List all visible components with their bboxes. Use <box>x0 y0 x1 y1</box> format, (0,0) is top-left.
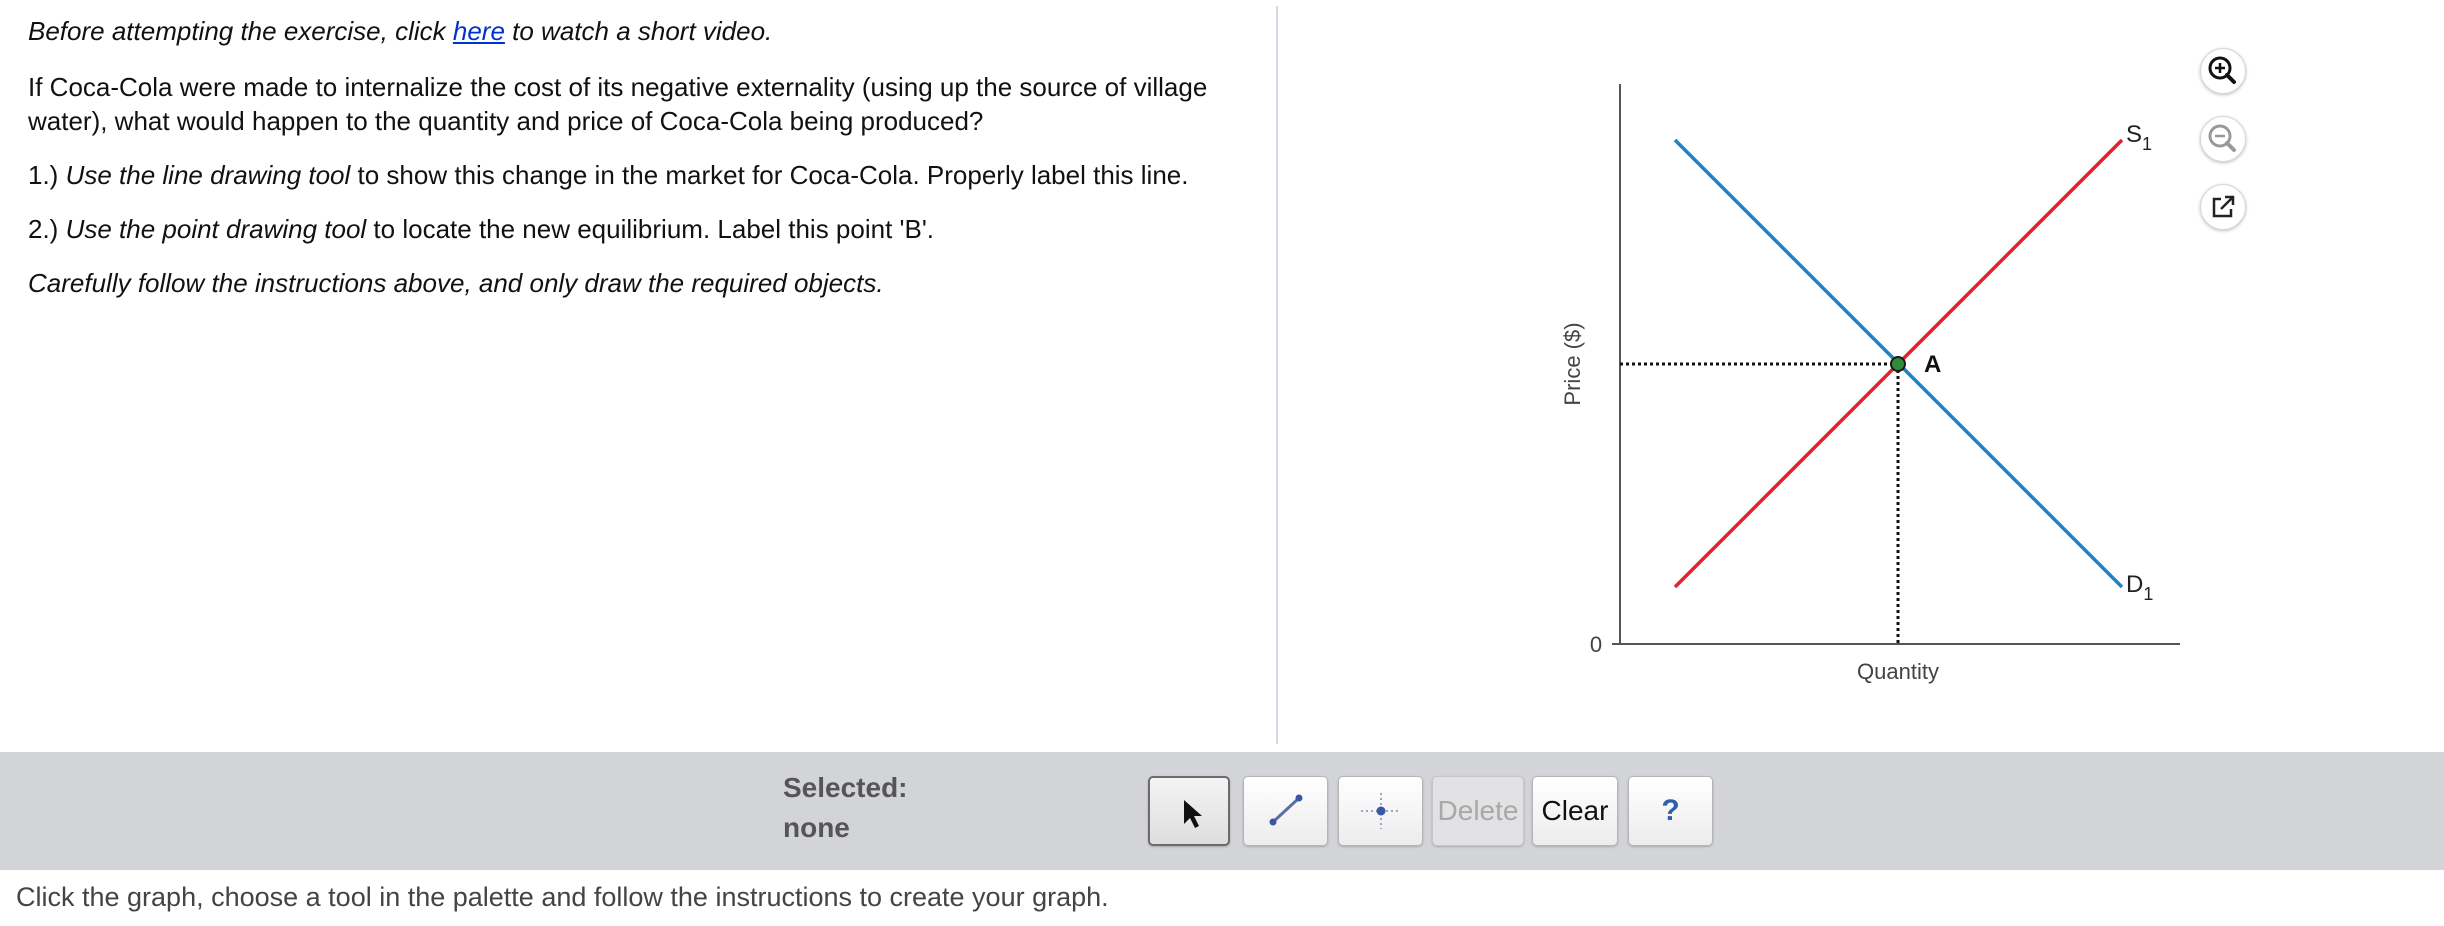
step-1-emphasis: Use the line drawing tool <box>65 160 351 190</box>
origin-label: 0 <box>1590 632 1602 657</box>
pop-out-icon[interactable] <box>2200 184 2246 230</box>
panel-divider <box>1276 6 1278 744</box>
question-text: If Coca-Cola were made to internalize th… <box>28 72 1208 136</box>
tool-palette: Selected: none Delete Clear ? <box>0 752 2444 870</box>
exercise-page: Before attempting the exercise, click he… <box>0 0 2444 926</box>
selected-label: Selected: <box>783 772 908 803</box>
selected-value: none <box>783 812 850 843</box>
step-1-text: 1.) Use the line drawing tool to show th… <box>28 158 1258 192</box>
intro-text: Before attempting the exercise, click he… <box>28 14 1258 48</box>
point-draw-icon <box>1361 793 1401 829</box>
intro-before: Before attempting the exercise, click <box>28 16 453 46</box>
demand-label: D1 <box>2126 571 2153 604</box>
help-button[interactable]: ? <box>1628 776 1713 846</box>
point-tool-button[interactable] <box>1338 776 1423 846</box>
pointer-tool-button[interactable] <box>1148 776 1230 846</box>
video-link[interactable]: here <box>453 16 505 46</box>
status-message: Click the graph, choose a tool in the pa… <box>16 882 1109 912</box>
equilibrium-label: A <box>1924 351 1941 378</box>
step-1-prefix: 1.) <box>28 160 66 190</box>
instructions-panel: Before attempting the exercise, click he… <box>28 14 1258 300</box>
zoom-out-icon[interactable] <box>2200 116 2246 162</box>
graph-area[interactable]: 0 Price ($) Quantity S1 D1 A <box>1500 60 2320 700</box>
step-2-emphasis: Use the point drawing tool <box>65 214 367 244</box>
zoom-in-icon[interactable] <box>2200 48 2246 94</box>
step-2-text: 2.) Use the point drawing tool to locate… <box>28 212 1258 246</box>
step-2-rest: to locate the new equilibrium. Label thi… <box>366 214 935 244</box>
graph-canvas[interactable]: 0 Price ($) Quantity S1 D1 A <box>1500 60 2320 700</box>
step-1-rest: to show this change in the market for Co… <box>350 160 1189 190</box>
step-2-prefix: 2.) <box>28 214 66 244</box>
cursor-arrow-icon <box>1184 800 1202 828</box>
delete-button[interactable]: Delete <box>1432 776 1524 846</box>
intro-after: to watch a short video. <box>504 16 773 46</box>
line-draw-icon <box>1269 794 1303 826</box>
line-tool-button[interactable] <box>1243 776 1328 846</box>
clear-button[interactable]: Clear <box>1532 776 1618 846</box>
supply-label: S1 <box>2126 121 2152 154</box>
y-axis-label: Price ($) <box>1560 322 1585 405</box>
x-axis-label: Quantity <box>1857 659 1939 684</box>
careful-text: Carefully follow the instructions above,… <box>28 268 884 298</box>
equilibrium-point-a[interactable] <box>1890 356 1906 372</box>
